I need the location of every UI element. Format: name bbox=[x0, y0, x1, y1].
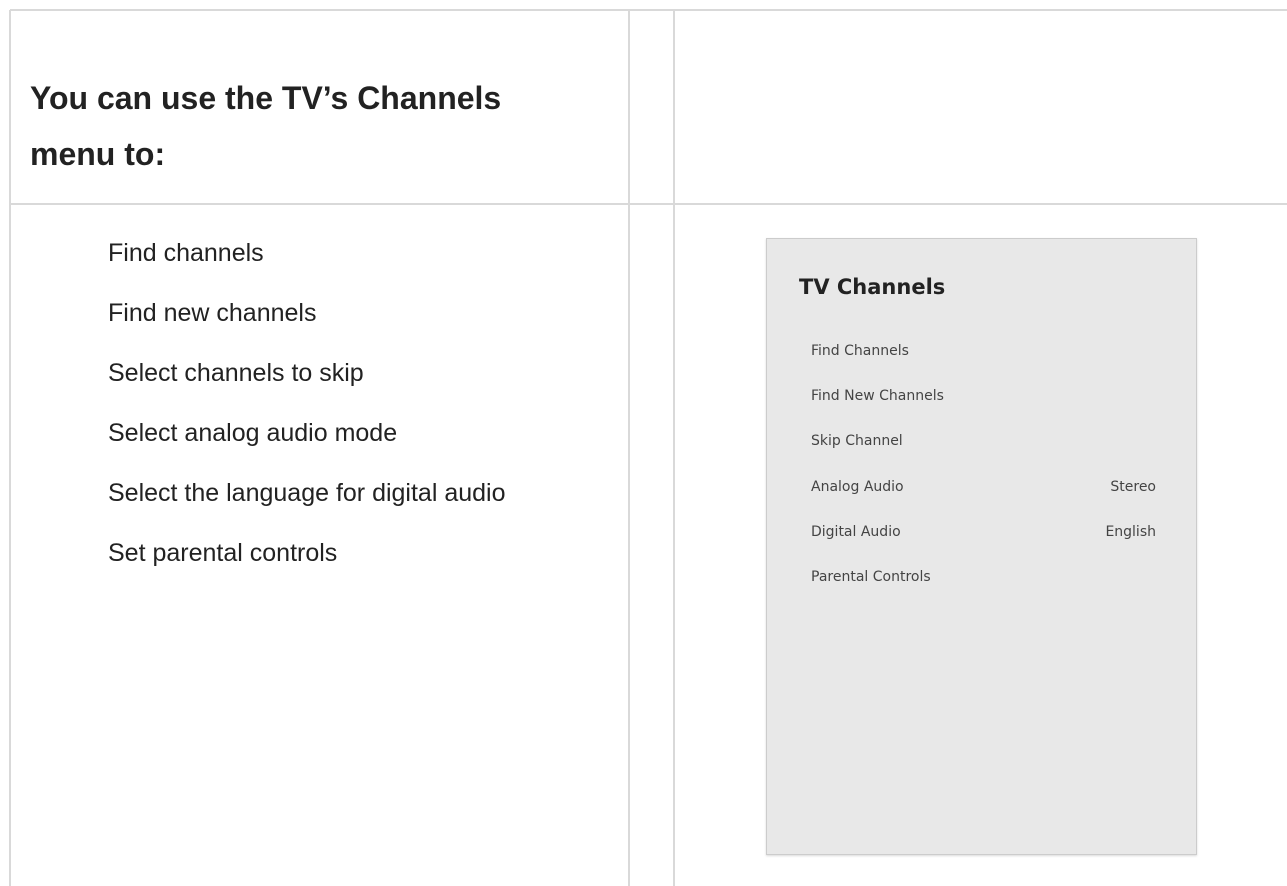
list-item: Select the language for digital audio bbox=[108, 479, 506, 507]
tv-menu-item-label: Find Channels bbox=[811, 343, 909, 359]
tv-menu-item-label: Skip Channel bbox=[811, 433, 903, 449]
tv-menu-title: TV Channels bbox=[799, 275, 946, 299]
list-item: Find new channels bbox=[108, 299, 317, 327]
section-heading: You can use the TV’s Channels menu to: bbox=[30, 80, 502, 172]
tv-menu-item-label: Analog Audio bbox=[811, 479, 904, 495]
tv-menu-item-label: Parental Controls bbox=[811, 569, 931, 585]
grid-line-left bbox=[9, 10, 11, 886]
list-item: Find channels bbox=[108, 239, 264, 267]
grid-line-top bbox=[10, 9, 1287, 11]
tv-menu-item-value: English bbox=[1105, 524, 1156, 540]
tv-menu-item-label: Find New Channels bbox=[811, 388, 944, 404]
tv-menu-item-find-channels: Find Channels bbox=[811, 343, 1156, 363]
tv-menu-item-digital-audio: Digital Audio English bbox=[811, 524, 1156, 544]
list-item: Select analog audio mode bbox=[108, 419, 398, 447]
tv-menu-item-skip-channel: Skip Channel bbox=[811, 433, 1156, 453]
grid-line-middle bbox=[628, 10, 630, 886]
tv-menu-item-find-new-channels: Find New Channels bbox=[811, 388, 1156, 408]
tv-menu-item-parental-controls: Parental Controls bbox=[811, 569, 1156, 589]
list-item: Set parental controls bbox=[108, 539, 338, 567]
grid-line-gap bbox=[673, 10, 675, 886]
list-item: Select channels to skip bbox=[108, 359, 364, 387]
feature-list: Find channels Find new channels Select c… bbox=[108, 238, 506, 598]
tv-menu-item-label: Digital Audio bbox=[811, 524, 901, 540]
tv-menu-item-value: Stereo bbox=[1110, 479, 1156, 495]
tv-menu-item-analog-audio: Analog Audio Stereo bbox=[811, 479, 1156, 499]
tv-channels-menu-image: TV Channels Find Channels Find New Chann… bbox=[766, 238, 1197, 855]
grid-line-header-bottom bbox=[10, 203, 1287, 205]
